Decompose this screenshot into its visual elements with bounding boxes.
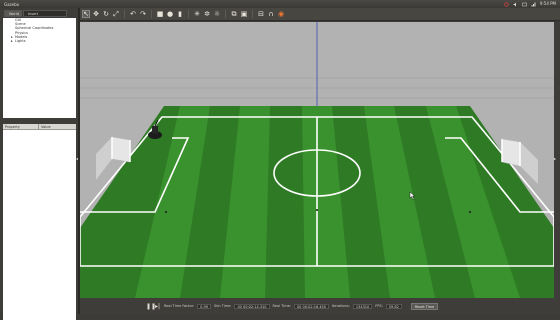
select-mode-icon[interactable]: ↖ [82, 10, 90, 18]
property-panel: Property Value [3, 124, 76, 320]
toolbar: ↖ ✥ ↻ ⤢ ↶ ↷ ■ ● ▮ ✳ ✲ ☼ ⧉ ▣ ⊟ ∩ ◉ [80, 8, 560, 21]
collapse-left-handle-icon[interactable]: ◂ [76, 157, 79, 161]
tree-item-lights[interactable]: ▸ Lights [3, 39, 76, 43]
iterations-label: Iterations: [332, 304, 350, 308]
real-time-value: 00 00:02:16.450 [293, 303, 330, 309]
spot-light-icon[interactable]: ✲ [203, 10, 211, 18]
clock[interactable]: 9:54 PM [540, 1, 556, 7]
sim-time-label: Sim Time: [213, 304, 232, 308]
status-bar: ❚❚ ▸| Real Time Factor: 0.99 Sim Time: 0… [80, 298, 560, 314]
speaker-icon[interactable] [513, 2, 518, 7]
pause-button[interactable]: ❚❚ [146, 303, 156, 310]
window-title: Gazebo [4, 1, 20, 7]
sim-time-value: 00 00:02:14.310 [234, 303, 270, 309]
point-light-icon[interactable]: ✳ [193, 10, 201, 18]
soccer-field-scene [80, 22, 554, 298]
system-tray: 9:54 PM [504, 1, 556, 7]
undo-icon[interactable]: ↶ [129, 10, 137, 18]
network-icon[interactable] [531, 2, 536, 7]
screenshot-icon[interactable]: ◉ [277, 10, 285, 18]
toolbar-separator [124, 10, 125, 18]
world-tree: GUI Scene Spherical Coordinates Physics ▸ Mod… [3, 18, 76, 118]
property-header: Property Value [3, 124, 76, 130]
toolbar-separator [188, 10, 189, 18]
toolbar-separator [151, 10, 152, 18]
cylinder-icon[interactable]: ▮ [176, 10, 184, 18]
translate-mode-icon[interactable]: ✥ [92, 10, 100, 18]
toolbar-separator [225, 10, 226, 18]
rotate-mode-icon[interactable]: ↻ [102, 10, 110, 18]
real-time-factor-value: 0.99 [197, 303, 211, 309]
iterations-value: 134310 [352, 303, 373, 309]
copy-icon[interactable]: ⧉ [230, 10, 238, 18]
box-icon[interactable]: ■ [156, 10, 164, 18]
mail-icon[interactable] [522, 2, 527, 7]
property-column-header[interactable]: Property [3, 124, 39, 129]
tab-insert[interactable]: Insert [23, 10, 67, 17]
left-panel: World Insert GUI Scene Spherical Coordinat… [0, 8, 78, 320]
left-panel-tabs: World Insert [4, 10, 67, 17]
directional-light-icon[interactable]: ☼ [213, 10, 221, 18]
real-time-factor-label: Real Time Factor: [164, 304, 195, 308]
power-icon[interactable] [504, 1, 509, 7]
tree-item-label: Lights [15, 39, 26, 44]
fps-label: FPS: [375, 304, 383, 308]
window-titlebar: Gazebo 9:54 PM [0, 0, 560, 8]
3d-viewport[interactable] [80, 22, 554, 298]
paste-icon[interactable]: ▣ [240, 10, 248, 18]
scale-mode-icon[interactable]: ⤢ [112, 10, 120, 18]
step-button[interactable]: ▸| [155, 303, 161, 310]
toolbar-separator [252, 10, 253, 18]
sphere-icon[interactable]: ● [166, 10, 174, 18]
reset-time-button[interactable]: Reset Time [410, 302, 439, 310]
collapse-right-handle-icon[interactable]: ▸ [554, 157, 557, 161]
align-icon[interactable]: ⊟ [257, 10, 265, 18]
value-column-header[interactable]: Value [39, 124, 51, 129]
fps-value: 59.82 [385, 303, 402, 309]
redo-icon[interactable]: ↷ [139, 10, 147, 18]
tab-world[interactable]: World [4, 10, 22, 17]
snap-icon[interactable]: ∩ [267, 10, 275, 18]
real-time-label: Real Time: [272, 304, 291, 308]
